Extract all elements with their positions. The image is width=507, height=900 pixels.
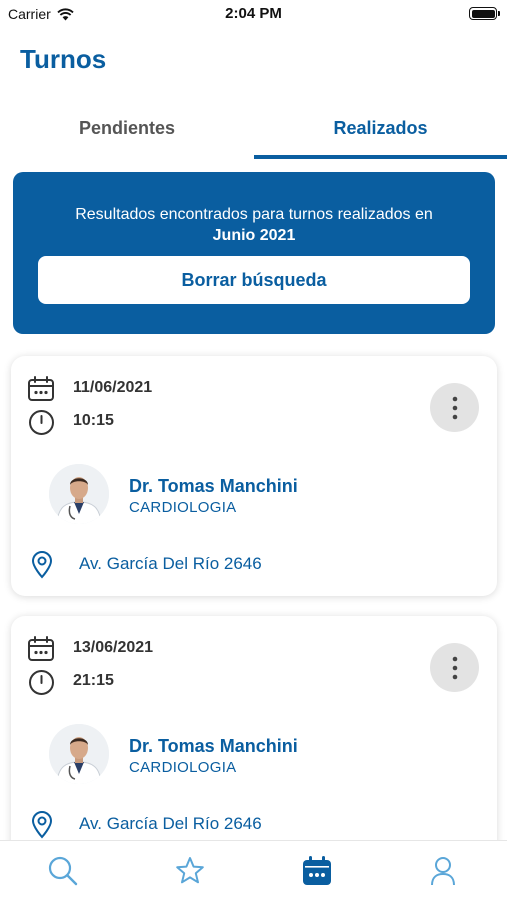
doctor-name: Dr. Tomas Manchini bbox=[129, 476, 298, 496]
appointment-time: 21:15 bbox=[73, 672, 114, 689]
nav-favorites[interactable] bbox=[127, 841, 253, 900]
active-tab-indicator bbox=[254, 155, 507, 159]
more-vertical-icon bbox=[452, 396, 457, 419]
appointment-card[interactable]: 11/06/2021 10:15 Dr. Tomas Manchini CARD… bbox=[11, 356, 497, 596]
doctor-specialty: CARDIOLOGIA bbox=[129, 759, 237, 776]
more-options-button[interactable] bbox=[430, 643, 479, 692]
tab-realizados[interactable]: Realizados bbox=[254, 100, 507, 157]
doctor-specialty: CARDIOLOGIA bbox=[129, 499, 237, 516]
status-time: 2:04 PM bbox=[225, 5, 282, 22]
filter-period: Junio 2021 bbox=[212, 227, 296, 244]
page-title: Turnos bbox=[20, 44, 107, 74]
more-vertical-icon bbox=[452, 656, 457, 679]
doctor-name: Dr. Tomas Manchini bbox=[129, 736, 298, 756]
nav-search[interactable] bbox=[0, 841, 126, 900]
battery-icon bbox=[469, 7, 500, 20]
calendar-icon bbox=[28, 636, 54, 661]
calendar-icon bbox=[303, 856, 331, 885]
appointment-date: 11/06/2021 bbox=[73, 379, 153, 396]
filter-banner: Resultados encontrados para turnos reali… bbox=[13, 172, 495, 334]
calendar-icon bbox=[28, 376, 54, 401]
appointment-address[interactable]: Av. García Del Río 2646 bbox=[79, 554, 262, 574]
star-icon bbox=[176, 857, 204, 884]
doctor-avatar bbox=[49, 724, 109, 784]
clock-icon bbox=[29, 410, 54, 435]
appointment-time: 10:15 bbox=[73, 412, 114, 429]
location-pin-icon bbox=[31, 811, 53, 839]
appointment-date: 13/06/2021 bbox=[73, 639, 154, 656]
clear-search-button[interactable]: Borrar búsqueda bbox=[38, 256, 470, 304]
location-pin-icon bbox=[31, 551, 53, 579]
tab-bar: Pendientes Realizados bbox=[0, 100, 507, 160]
appointment-card[interactable]: 13/06/2021 21:15 Dr. Tomas Manchini CARD… bbox=[11, 616, 497, 876]
filter-message: Resultados encontrados para turnos reali… bbox=[13, 204, 495, 246]
profile-icon bbox=[431, 857, 455, 886]
bottom-navigation bbox=[0, 840, 507, 900]
nav-profile[interactable] bbox=[380, 841, 506, 900]
doctor-avatar bbox=[49, 464, 109, 524]
appointment-address[interactable]: Av. García Del Río 2646 bbox=[79, 814, 262, 834]
tab-pendientes[interactable]: Pendientes bbox=[0, 100, 254, 157]
filter-message-text: Resultados encontrados para turnos reali… bbox=[75, 206, 433, 223]
clock-icon bbox=[29, 670, 54, 695]
search-icon bbox=[48, 856, 78, 886]
nav-appointments[interactable] bbox=[254, 841, 380, 900]
status-bar: Carrier 2:04 PM bbox=[0, 0, 507, 28]
more-options-button[interactable] bbox=[430, 383, 479, 432]
